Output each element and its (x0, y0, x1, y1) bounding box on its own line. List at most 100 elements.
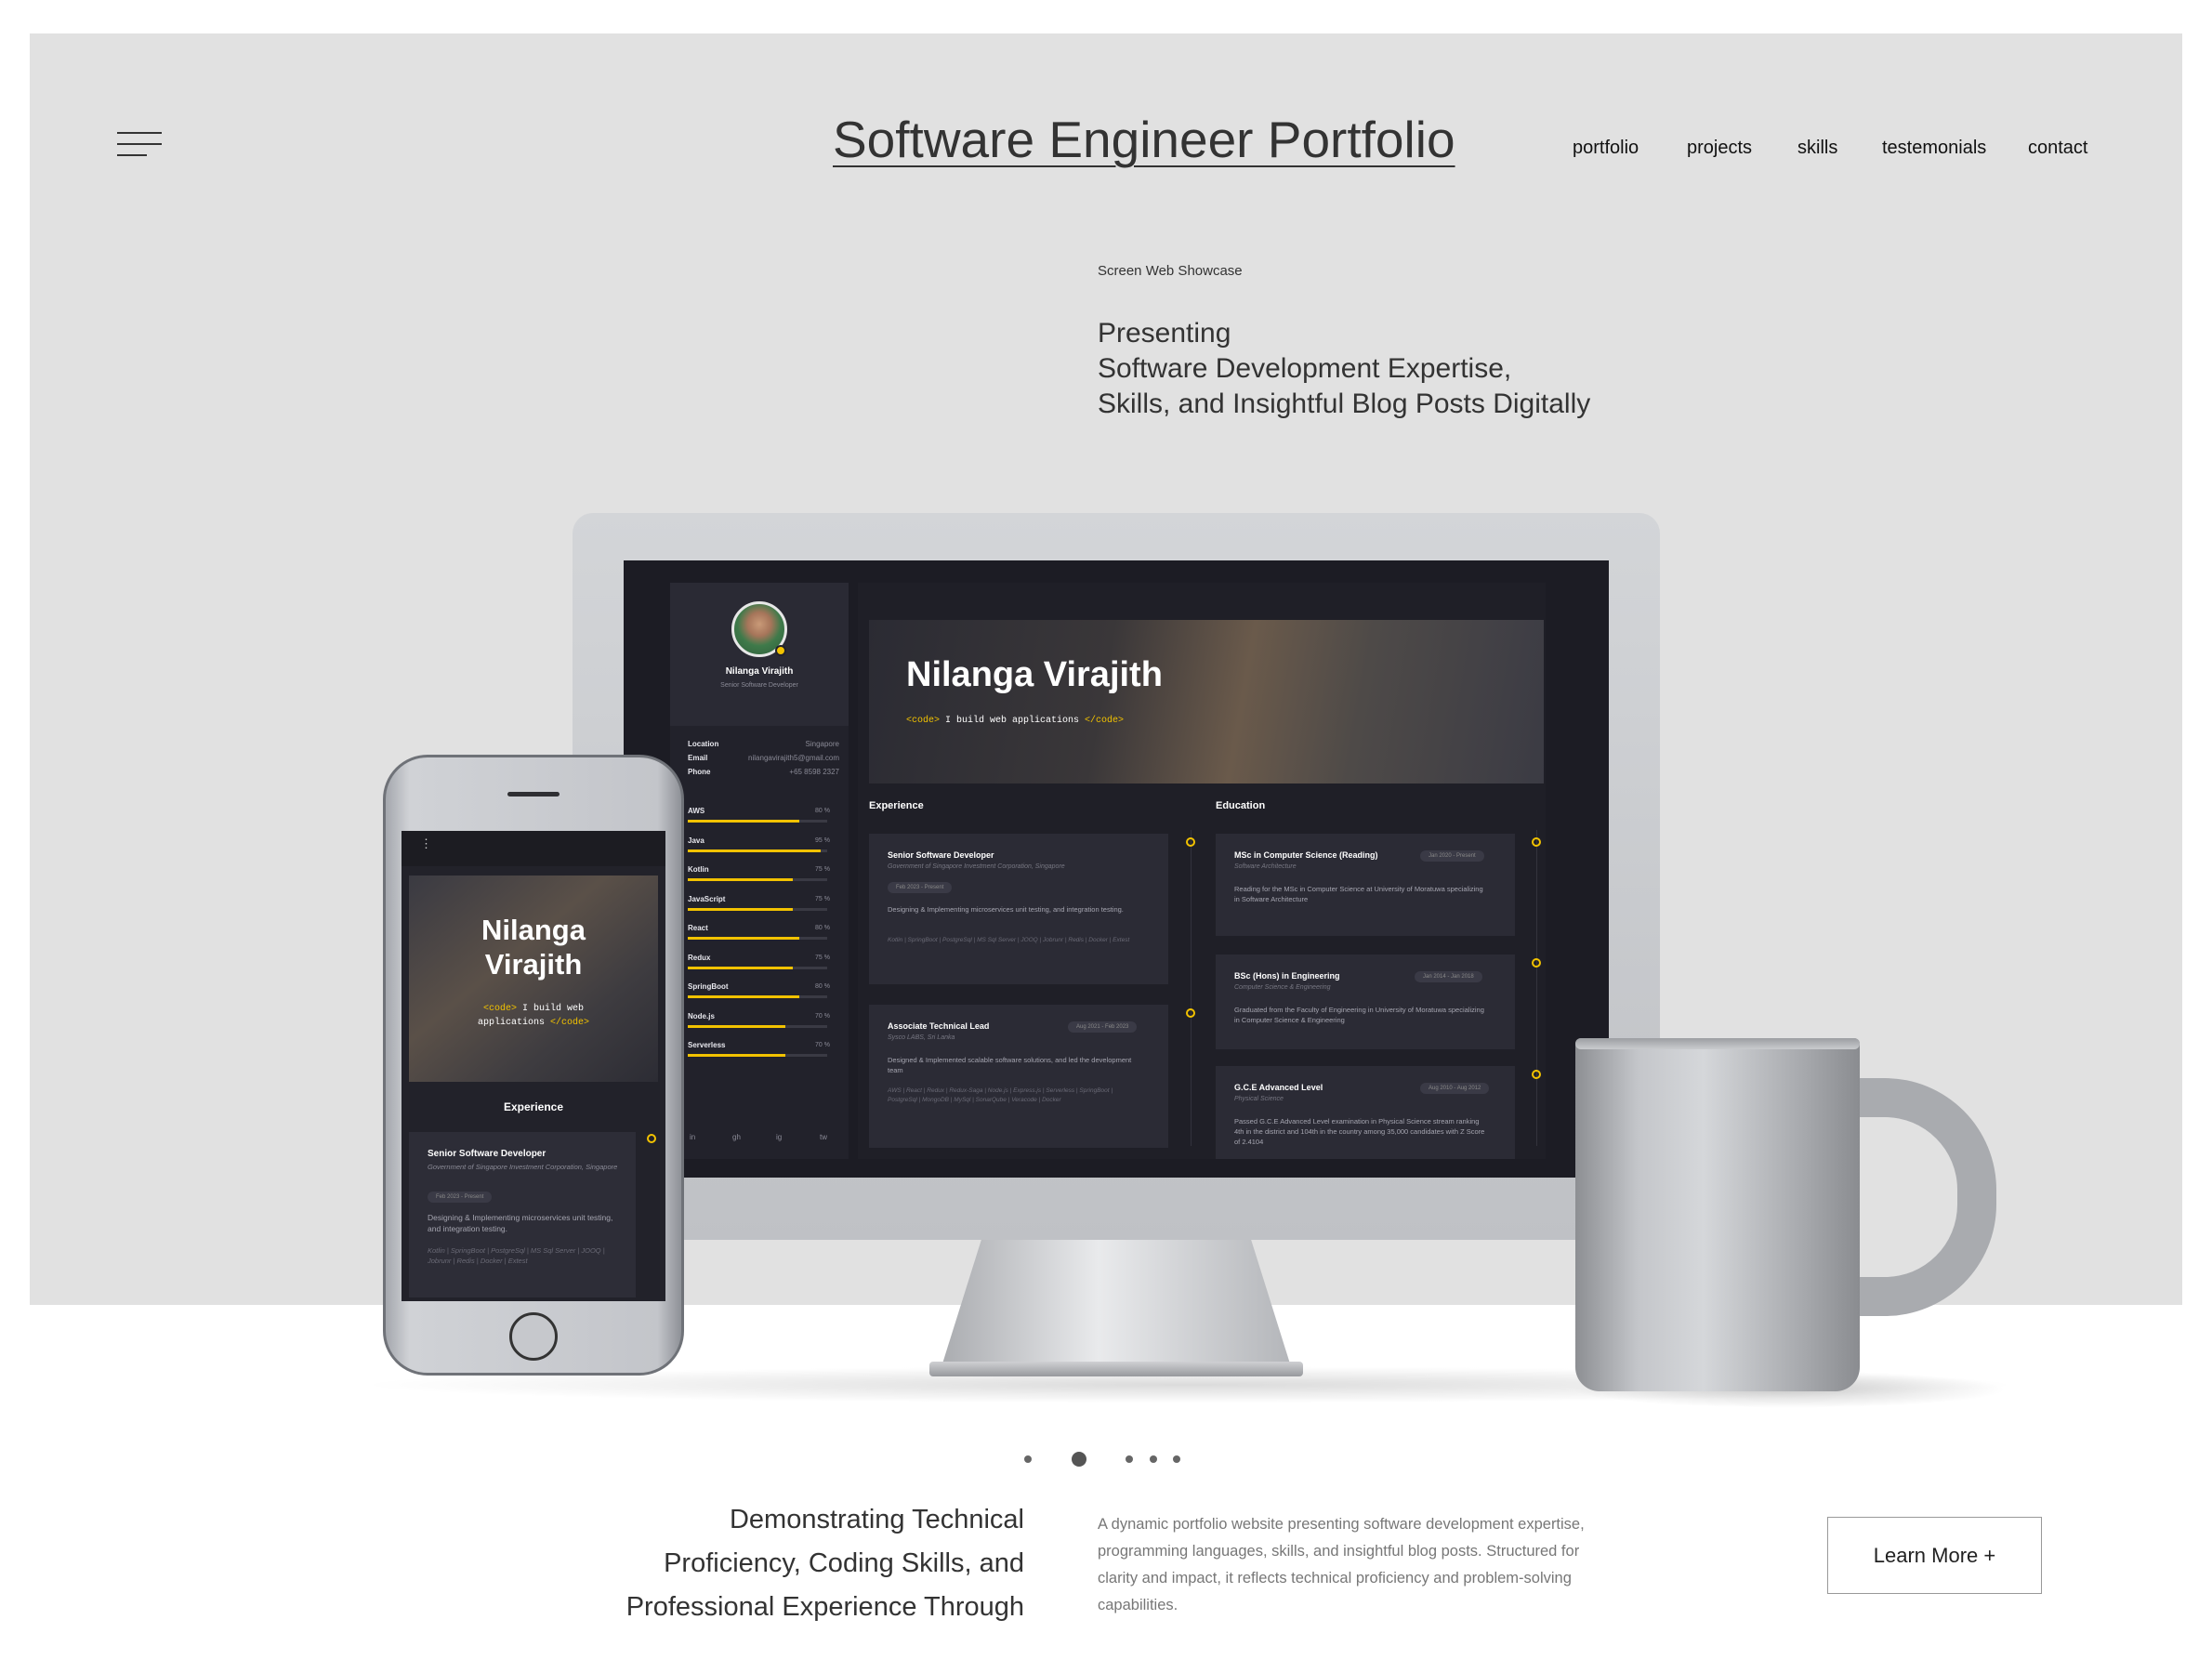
heading-line: Professional Experience Through (625, 1592, 1024, 1622)
education-card[interactable]: BSc (Hons) in Engineering Computer Scien… (1216, 955, 1515, 1049)
phone-experience-heading: Experience (503, 1100, 564, 1113)
skill-bar (688, 1054, 827, 1057)
phone-speaker (507, 792, 560, 797)
tagline-text: I build web applications (940, 716, 1086, 726)
card-desc: Reading for the MSc in Computer Science … (1234, 885, 1483, 903)
education-card[interactable]: MSc in Computer Science (Reading) Softwa… (1216, 834, 1515, 936)
linkedin-icon[interactable]: in (690, 1133, 695, 1141)
instagram-icon[interactable]: ig (776, 1133, 782, 1141)
nav-skills[interactable]: skills (1797, 138, 1837, 159)
section-heading: Demonstrating Technical Proficiency, Cod… (539, 1498, 1024, 1629)
card-title: MSc in Computer Science (Reading) (1234, 850, 1378, 860)
education-heading: Education (1216, 800, 1266, 811)
kebab-menu-icon[interactable]: ⋮ (420, 836, 432, 851)
monitor-stand (939, 1240, 1294, 1376)
slider-dot[interactable] (1024, 1455, 1032, 1463)
education-timeline (1536, 830, 1537, 1146)
skill-label: AWS (688, 807, 705, 815)
headline-line: Skills, and Insightful Blog Posts Digita… (1098, 388, 1591, 419)
card-tech: Kotlin | SpringBoot | PostgreSql | MS Sq… (428, 1246, 605, 1265)
nav-testemonials[interactable]: testemonials (1882, 138, 1986, 159)
hamburger-menu-icon[interactable] (117, 132, 162, 164)
slider-dot[interactable] (1150, 1455, 1157, 1463)
experience-card[interactable]: Associate Technical Lead Sysco LABS, Sri… (869, 1005, 1168, 1148)
timeline-dot (1186, 1008, 1195, 1018)
site-title[interactable]: Software Engineer Portfolio (833, 110, 1455, 169)
card-title: BSc (Hons) in Engineering (1234, 971, 1340, 981)
profile-name: Nilanga Virajith (725, 666, 794, 677)
phone-home-button (509, 1312, 558, 1361)
nav-projects[interactable]: projects (1687, 138, 1752, 159)
slider-dot-active[interactable] (1072, 1452, 1086, 1467)
card-field: Computer Science & Engineering (1234, 984, 1331, 991)
skill-label: Java (688, 836, 704, 845)
section-description: A dynamic portfolio website presenting s… (1098, 1516, 1585, 1613)
timeline-dot (1532, 1070, 1541, 1079)
card-date: Aug 2021 - Feb 2023 (1068, 1021, 1138, 1033)
skill-percent: 80 % (815, 983, 830, 990)
card-date: Jan 2014 - Jan 2018 (1415, 971, 1482, 982)
card-field: Physical Science (1234, 1096, 1284, 1102)
phone-banner-name: Nilanga Virajith (402, 913, 665, 981)
experience-timeline (1191, 830, 1192, 1146)
skill-bar (688, 966, 827, 969)
skill-label: Node.js (688, 1011, 715, 1020)
card-title: Associate Technical Lead (888, 1021, 990, 1031)
hero-eyebrow: Screen Web Showcase (1098, 263, 1243, 279)
info-email-label: Email (688, 754, 708, 762)
heading-line: Proficiency, Coding Skills, and (664, 1548, 1024, 1578)
slider-dot[interactable] (1126, 1455, 1133, 1463)
phone-screen: ⋮ Nilanga Virajith <code> I build web ap… (402, 831, 665, 1301)
skill-label: Redux (688, 953, 711, 962)
skill-bar-fill (688, 907, 793, 911)
info-location-value: Singapore (805, 740, 839, 748)
banner-tagline: <code> I build web applications </code> (906, 716, 1124, 726)
tagline-text: I build web (517, 1004, 585, 1014)
card-desc: Graduated from the Faculty of Engineerin… (1234, 1006, 1484, 1024)
mug-rim (1575, 1038, 1860, 1049)
info-phone-label: Phone (688, 768, 711, 776)
headline-line: Presenting (1098, 318, 1231, 349)
card-date: Jan 2020 - Present (1420, 850, 1484, 862)
twitter-icon[interactable]: tw (820, 1133, 827, 1141)
skill-bar (688, 937, 827, 940)
card-title: Senior Software Developer (888, 850, 994, 860)
skill-bar-fill (688, 937, 799, 940)
code-open-tag: <code> (482, 1004, 517, 1014)
skill-bar (688, 995, 827, 998)
card-date: Feb 2023 - Present (428, 1192, 493, 1203)
timeline-dot (1532, 837, 1541, 847)
nav-contact[interactable]: contact (2028, 138, 2087, 159)
monitor-stand-base (929, 1362, 1303, 1376)
headline-line: Software Development Expertise, (1098, 353, 1512, 384)
skill-bar-fill (688, 1024, 785, 1028)
skill-bar (688, 878, 827, 881)
profile-role: Senior Software Developer (720, 682, 798, 689)
card-desc: Passed G.C.E Advanced Level examination … (1234, 1117, 1485, 1146)
skill-bar (688, 820, 827, 823)
timeline-dot (647, 1134, 656, 1143)
learn-more-button[interactable]: Learn More + (1827, 1517, 2042, 1594)
experience-card[interactable]: Senior Software Developer Government of … (869, 834, 1168, 984)
heading-line: Demonstrating Technical (729, 1505, 1024, 1534)
nav-portfolio[interactable]: portfolio (1573, 138, 1639, 159)
skill-percent: 80 % (815, 808, 830, 814)
card-desc: Designing & Implementing microservices u… (888, 905, 1124, 914)
skill-bar-fill (688, 1054, 785, 1057)
experience-heading: Experience (869, 800, 924, 811)
skill-label: Kotlin (688, 865, 709, 874)
card-tech: Kotlin | SpringBoot | PostgreSql | MS Sq… (888, 937, 1130, 943)
code-open-tag: <code> (906, 716, 941, 726)
skill-bar-fill (688, 878, 793, 881)
skill-bar (688, 849, 827, 852)
online-status-dot (775, 645, 786, 656)
card-field: Software Architecture (1234, 863, 1297, 870)
skill-percent: 75 % (815, 895, 830, 902)
education-card[interactable]: G.C.E Advanced Level Physical Science Au… (1216, 1066, 1515, 1159)
github-icon[interactable]: gh (732, 1133, 741, 1141)
code-close-tag: </code> (1085, 716, 1125, 726)
phone-experience-card[interactable]: Senior Software Developer Government of … (409, 1132, 636, 1297)
slider-dot[interactable] (1173, 1455, 1180, 1463)
skill-percent: 70 % (815, 1012, 830, 1020)
skill-bar-fill (688, 966, 793, 969)
